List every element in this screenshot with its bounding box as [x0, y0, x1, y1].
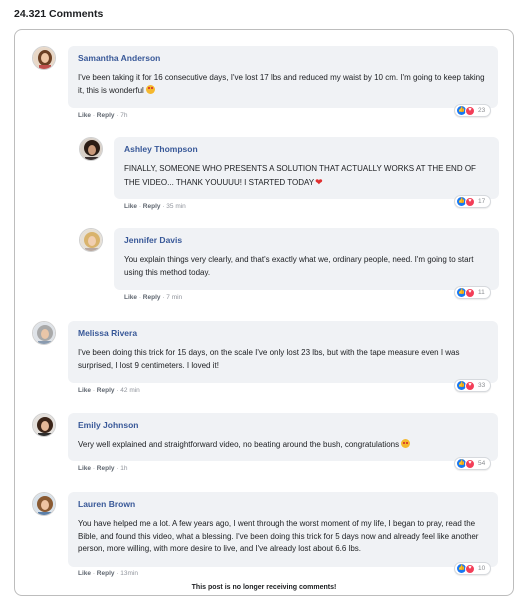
- comment-actions: Like · Reply · 7 min: [124, 294, 183, 301]
- comment-actions: Like · Reply · 1h: [78, 465, 128, 472]
- reaction-badge[interactable]: 👍 ♥ 10: [454, 562, 492, 575]
- reply-link[interactable]: Reply: [97, 570, 115, 577]
- reply-link[interactable]: Reply: [143, 203, 161, 210]
- reaction-count: 11: [478, 289, 485, 296]
- love-reaction-icon: ♥: [465, 380, 475, 391]
- reaction-badge[interactable]: 👍 ♥ 23: [454, 104, 492, 117]
- commenter-name[interactable]: Melissa Rivera: [78, 328, 488, 338]
- reaction-count: 17: [478, 198, 486, 205]
- reply-link[interactable]: Reply: [97, 465, 115, 472]
- avatar[interactable]: [32, 321, 56, 345]
- avatar[interactable]: [79, 228, 103, 252]
- timestamp: 7h: [120, 112, 128, 119]
- reaction-count: 33: [478, 382, 486, 389]
- heart-emoji-icon: ❤: [315, 176, 323, 187]
- comment-actions: Like · Reply · 35 min: [124, 203, 186, 210]
- like-link[interactable]: Like: [78, 465, 91, 472]
- love-reaction-icon: ♥: [465, 105, 475, 116]
- love-reaction-icon: ♥: [465, 458, 475, 469]
- commenter-name[interactable]: Lauren Brown: [78, 499, 488, 509]
- love-reaction-icon: ♥: [465, 287, 475, 298]
- avatar[interactable]: [32, 46, 56, 70]
- avatar[interactable]: [32, 492, 56, 516]
- comment-text: FINALLY, SOMEONE WHO PRESENTS A SOLUTION…: [124, 164, 476, 187]
- comment-actions: Like · Reply · 42 min: [78, 387, 140, 394]
- like-link[interactable]: Like: [78, 570, 91, 577]
- like-link[interactable]: Like: [78, 112, 91, 119]
- comment-actions: Like · Reply · 7h: [78, 112, 128, 119]
- comment-text: You have helped me a lot. A few years ag…: [78, 519, 479, 553]
- comment-bubble: Lauren Brown You have helped me a lot. A…: [68, 492, 498, 567]
- avatar[interactable]: [32, 413, 56, 437]
- timestamp: 42 min: [120, 387, 140, 394]
- reaction-count: 10: [478, 565, 486, 572]
- comment-text: I've been taking it for 16 consecutive d…: [78, 73, 485, 95]
- reaction-count: 23: [478, 107, 486, 114]
- reply-link[interactable]: Reply: [97, 112, 115, 119]
- comment-bubble: Emily Johnson Very well explained and st…: [68, 413, 498, 461]
- reply-link[interactable]: Reply: [143, 294, 161, 301]
- heart-eyes-emoji-icon: [401, 439, 411, 448]
- avatar[interactable]: [79, 137, 103, 161]
- timestamp: 13min: [120, 570, 138, 577]
- reaction-badge[interactable]: 👍 ♥ 54: [454, 457, 492, 470]
- comment-text: You explain things very clearly, and tha…: [124, 255, 474, 277]
- love-reaction-icon: ♥: [465, 196, 475, 207]
- reply-link[interactable]: Reply: [97, 387, 115, 394]
- reaction-badge[interactable]: 👍 ♥ 17: [454, 195, 492, 208]
- commenter-name[interactable]: Samantha Anderson: [78, 53, 488, 63]
- comment-bubble: Samantha Anderson I've been taking it fo…: [68, 46, 498, 108]
- timestamp: 7 min: [166, 294, 183, 301]
- comment-actions: Like · Reply · 13min: [78, 570, 138, 577]
- reaction-badge[interactable]: 👍 ♥ 33: [454, 379, 492, 392]
- like-link[interactable]: Like: [78, 387, 91, 394]
- heart-eyes-emoji-icon: [145, 84, 155, 94]
- comment-bubble: Jennifer Davis You explain things very c…: [114, 228, 499, 290]
- comments-panel: Samantha Anderson I've been taking it fo…: [14, 29, 514, 596]
- reaction-badge[interactable]: 👍 ♥ 11: [454, 286, 491, 299]
- commenter-name[interactable]: Jennifer Davis: [124, 235, 489, 245]
- commenter-name[interactable]: Emily Johnson: [78, 420, 488, 430]
- love-reaction-icon: ♥: [465, 563, 475, 574]
- timestamp: 1h: [120, 465, 128, 472]
- comment-text: I've been doing this trick for 15 days, …: [78, 348, 460, 370]
- comment-count: 24.321 Comments: [14, 8, 104, 20]
- comments-closed-notice: This post is no longer receiving comment…: [191, 584, 337, 591]
- timestamp: 35 min: [166, 203, 186, 210]
- like-link[interactable]: Like: [124, 203, 137, 210]
- comment-bubble: Melissa Rivera I've been doing this tric…: [68, 321, 498, 383]
- reaction-count: 54: [478, 460, 486, 467]
- like-link[interactable]: Like: [124, 294, 137, 301]
- comment-bubble: Ashley Thompson FINALLY, SOMEONE WHO PRE…: [114, 137, 499, 199]
- commenter-name[interactable]: Ashley Thompson: [124, 144, 489, 154]
- comment-text: Very well explained and straightforward …: [78, 439, 488, 452]
